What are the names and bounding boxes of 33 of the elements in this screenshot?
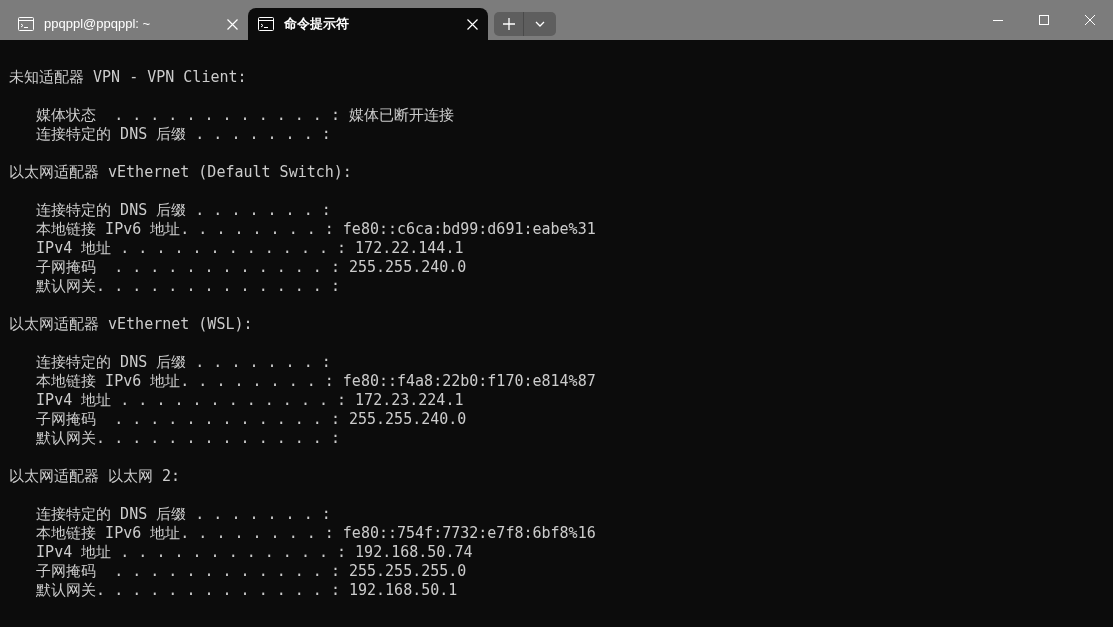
chevron-down-icon (535, 21, 545, 27)
output-line: 子网掩码 . . . . . . . . . . . . : 255.255.240.0 (35, 410, 467, 428)
close-icon (1085, 15, 1095, 25)
adapter-heading: 未知适配器 VPN - VPN Client: (9, 68, 247, 86)
adapter-heading: 以太网适配器 vEthernet (Default Switch): (9, 163, 352, 181)
tab-title: ppqppl@ppqppl: ~ (44, 15, 152, 34)
terminal-icon (258, 17, 274, 31)
output-line: 连接特定的 DNS 后缀 . . . . . . . : (35, 505, 331, 523)
output-line: 子网掩码 . . . . . . . . . . . . : 255.255.255.0 (35, 562, 467, 580)
output-line: 连接特定的 DNS 后缀 . . . . . . . : (35, 201, 331, 219)
adapter-heading: 以太网适配器 vEthernet (WSL): (9, 315, 253, 333)
output-line: IPv4 地址 . . . . . . . . . . . . : 172.23.224.1 (35, 391, 464, 409)
output-line: 默认网关. . . . . . . . . . . . . : (35, 277, 340, 295)
output-line: 媒体状态 . . . . . . . . . . . . : 媒体已断开连接 (35, 106, 454, 124)
output-line: 本地链接 IPv6 地址. . . . . . . . : fe80::754f:7732:e7f8:6bf8%16 (35, 524, 596, 542)
tab-title: 命令提示符 (284, 15, 350, 34)
terminal-icon (18, 17, 34, 31)
output-line: 连接特定的 DNS 后缀 . . . . . . . : (35, 353, 331, 371)
output-line: 连接特定的 DNS 后缀 . . . . . . . : (35, 125, 331, 143)
output-line: 本地链接 IPv6 地址. . . . . . . . : fe80::f4a8:22b0:f170:e814%87 (35, 372, 596, 390)
minimize-icon (993, 19, 1003, 21)
output-line: 本地链接 IPv6 地址. . . . . . . . : fe80::c6ca:bd99:d691:eabe%31 (35, 220, 596, 238)
adapter-heading: 以太网适配器 以太网 2: (9, 467, 181, 485)
close-icon[interactable] (467, 18, 478, 30)
tab[interactable]: 命令提示符 (248, 8, 488, 40)
tab[interactable]: ppqppl@ppqppl: ~ (8, 8, 248, 40)
output-line: 默认网关. . . . . . . . . . . . . : 192.168.50.1 (35, 581, 458, 599)
plus-icon (502, 18, 515, 30)
maximize-icon (1039, 15, 1049, 25)
output-line: IPv4 地址 . . . . . . . . . . . . : 192.168.50.74 (35, 543, 473, 561)
output-line: 默认网关. . . . . . . . . . . . . : (35, 429, 340, 447)
output-line: IPv4 地址 . . . . . . . . . . . . : 172.22.144.1 (35, 239, 464, 257)
output-line: 子网掩码 . . . . . . . . . . . . : 255.255.240.0 (35, 258, 467, 276)
